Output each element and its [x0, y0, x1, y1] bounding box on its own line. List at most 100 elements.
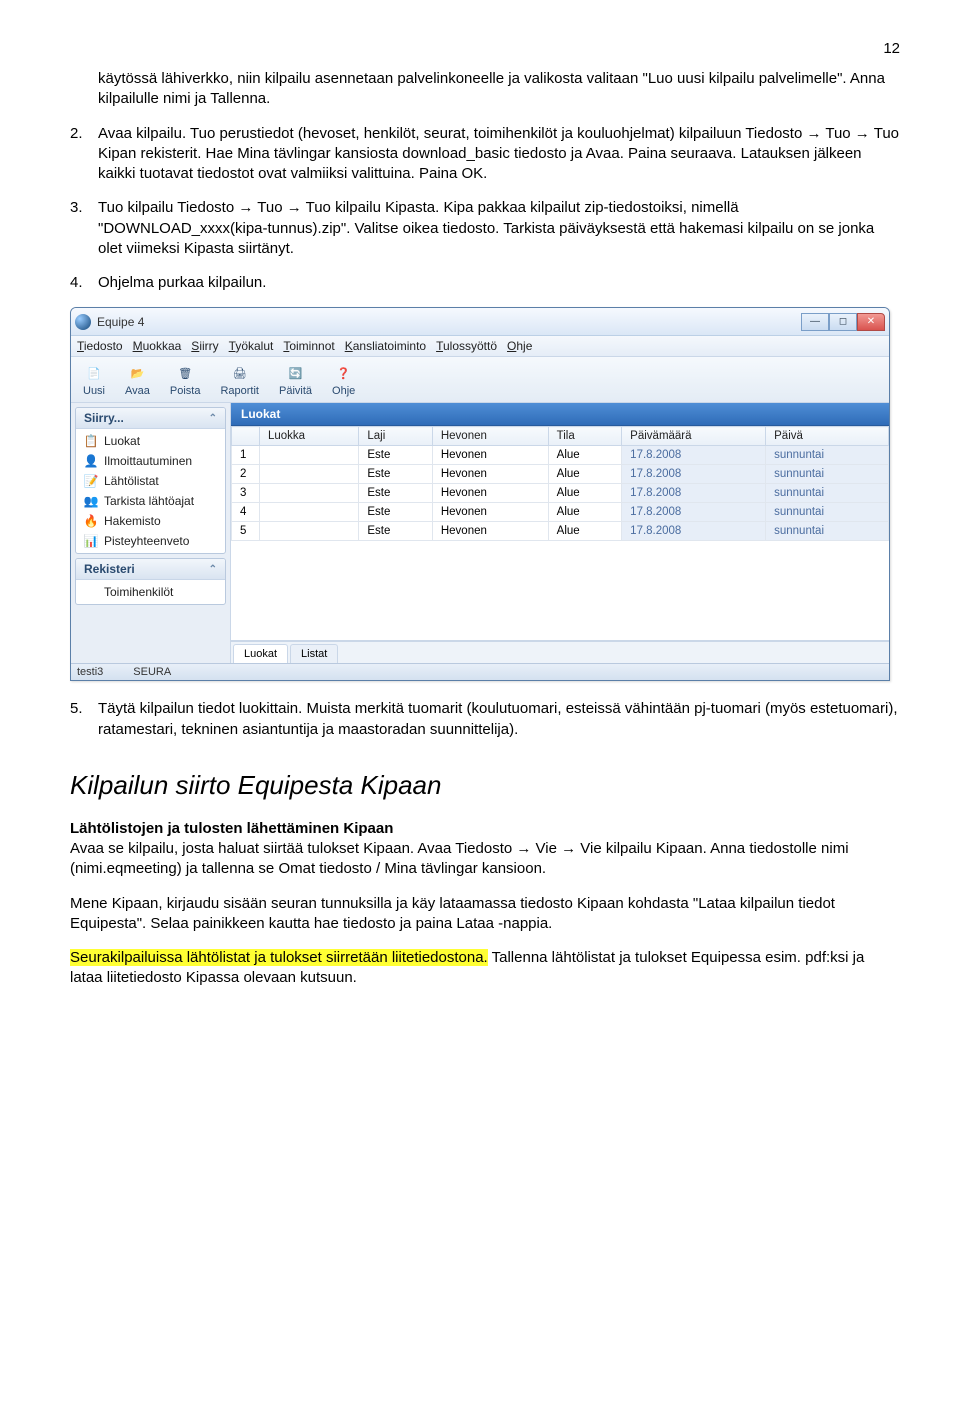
sidebar-item-label: Hakemisto [104, 514, 161, 528]
sidebar-item-icon: 🔥 [84, 514, 98, 528]
data-table: LuokkaLajiHevonenTilaPäivämääräPäivä 1Es… [231, 426, 889, 541]
toolbar-button-ohje[interactable]: ❓Ohje [324, 360, 363, 399]
sidebar-item-icon: 👤 [84, 454, 98, 468]
paragraph-5: Täytä kilpailun tiedot luokittain. Muist… [98, 699, 900, 740]
toolbar-button-avaa[interactable]: 📂Avaa [117, 360, 158, 399]
column-header[interactable]: Tila [548, 427, 622, 446]
table-cell: 17.8.2008 [622, 465, 766, 484]
table-cell: 17.8.2008 [622, 484, 766, 503]
poista-icon: 🗑 [174, 362, 196, 384]
table-cell: Alue [548, 522, 622, 541]
main-header: Luokat [231, 403, 889, 426]
table-cell [260, 503, 359, 522]
menu-item[interactable]: Tiedosto [77, 339, 123, 353]
column-header[interactable]: Laji [359, 427, 433, 446]
uusi-icon: 📄 [83, 362, 105, 384]
maximize-button[interactable]: ◻ [829, 313, 857, 331]
list-number-4: 4. [70, 273, 98, 293]
table-cell: Alue [548, 446, 622, 465]
table-row[interactable]: 5EsteHevonenAlue17.8.2008sunnuntai [232, 522, 889, 541]
column-header[interactable] [232, 427, 260, 446]
page-number: 12 [70, 40, 900, 57]
sidebar-item-label: Pisteyhteenveto [104, 534, 189, 548]
paragraph-highlight: Seurakilpailuissa lähtölistat ja tulokse… [70, 948, 900, 989]
close-button[interactable]: ✕ [857, 313, 885, 331]
collapse-icon[interactable]: ⌃ [209, 413, 217, 424]
table-row[interactable]: 3EsteHevonenAlue17.8.2008sunnuntai [232, 484, 889, 503]
table-cell: 3 [232, 484, 260, 503]
table-cell: Este [359, 503, 433, 522]
table-cell: sunnuntai [766, 465, 889, 484]
table-cell: 4 [232, 503, 260, 522]
menu-item[interactable]: Siirry [191, 339, 218, 353]
table-cell: Este [359, 446, 433, 465]
sidebar-item-label: Toimihenkilöt [104, 585, 173, 599]
list-number-5: 5. [70, 699, 98, 740]
sidebar-item[interactable]: Toimihenkilöt [76, 582, 225, 602]
avaa-icon: 📂 [126, 362, 148, 384]
menu-item[interactable]: Muokkaa [133, 339, 182, 353]
sidebar-item[interactable]: 👥Tarkista lähtöajat [76, 491, 225, 511]
table-cell: 17.8.2008 [622, 503, 766, 522]
table-row[interactable]: 4EsteHevonenAlue17.8.2008sunnuntai [232, 503, 889, 522]
sub-tab[interactable]: Listat [290, 644, 338, 663]
sidebar-item-icon [84, 585, 98, 599]
sidebar-item[interactable]: 📋 Luokat [76, 431, 225, 451]
sidebar-item-icon: 📋 [84, 434, 98, 448]
main-content: Luokat LuokkaLajiHevonenTilaPäivämääräPä… [231, 403, 889, 663]
menu-item[interactable]: Kansliatoiminto [345, 339, 426, 353]
subsection-text: Avaa se kilpailu, josta haluat siirtää t… [70, 840, 849, 877]
toolbar-button-päivitä[interactable]: 🔄Päivitä [271, 360, 320, 399]
table-cell: Hevonen [432, 484, 548, 503]
sidebar-item[interactable]: 🔥 Hakemisto [76, 511, 225, 531]
toolbar-button-raportit[interactable]: 🖨Raportit [212, 360, 267, 399]
column-header[interactable]: Luokka [260, 427, 359, 446]
table-cell: Hevonen [432, 522, 548, 541]
highlighted-text: Seurakilpailuissa lähtölistat ja tulokse… [70, 949, 488, 966]
sidebar: Siirry... ⌃ 📋Luokat👤Ilmoittautuminen📝Läh… [71, 403, 231, 663]
sidebar-item-label: Luokat [104, 434, 140, 448]
sidebar-panel-rekisteri: Rekisteri ⌃ Toimihenkilöt [75, 558, 226, 605]
list-number-3: 3. [70, 198, 98, 259]
list-number-2: 2. [70, 124, 98, 185]
column-header[interactable]: Päivä [766, 427, 889, 446]
päivitä-icon: 🔄 [285, 362, 307, 384]
table-cell: sunnuntai [766, 484, 889, 503]
menu-item[interactable]: Toiminnot [283, 339, 334, 353]
status-text: SEURA [133, 666, 171, 678]
toolbar-button-poista[interactable]: 🗑Poista [162, 360, 209, 399]
paragraph-3: Tuo kilpailu Tiedosto → Tuo → Tuo kilpai… [98, 198, 900, 259]
table-row[interactable]: 1EsteHevonenAlue17.8.2008sunnuntai [232, 446, 889, 465]
table-cell: 17.8.2008 [622, 522, 766, 541]
sidebar-panel-title: Rekisteri [84, 562, 135, 576]
column-header[interactable]: Hevonen [432, 427, 548, 446]
table-cell: 5 [232, 522, 260, 541]
window-title: Equipe 4 [97, 315, 801, 329]
menu-item[interactable]: Työkalut [229, 339, 274, 353]
paragraph-kipa-upload: Mene Kipaan, kirjaudu sisään seuran tunn… [70, 894, 900, 935]
menubar: Tiedosto Muokkaa Siirry Työkalut Toiminnot Ka… [71, 336, 889, 357]
sidebar-item-label: Lähtölistat [104, 474, 159, 488]
paragraph-2: Avaa kilpailu. Tuo perustiedot (hevoset,… [98, 124, 900, 185]
table-cell: Hevonen [432, 446, 548, 465]
sidebar-item[interactable]: 📝Lähtölistat [76, 471, 225, 491]
app-icon [75, 314, 91, 330]
titlebar: Equipe 4 — ◻ ✕ [71, 308, 889, 336]
sidebar-item-icon: 📊 [84, 534, 98, 548]
sidebar-item[interactable]: 👤 Ilmoittautuminen [76, 451, 225, 471]
menu-item[interactable]: Tulossyöttö [436, 339, 497, 353]
sidebar-item[interactable]: 📊 Pisteyhteenveto [76, 531, 225, 551]
column-header[interactable]: Päivämäärä [622, 427, 766, 446]
table-cell: sunnuntai [766, 503, 889, 522]
menu-item[interactable]: Ohje [507, 339, 532, 353]
table-cell: Hevonen [432, 465, 548, 484]
sidebar-item-icon: 👥 [84, 494, 98, 508]
minimize-button[interactable]: — [801, 313, 829, 331]
paragraph-1: käytössä lähiverkko, niin kilpailu asenn… [70, 69, 900, 110]
toolbar-button-uusi[interactable]: 📄Uusi [75, 360, 113, 399]
table-row[interactable]: 2EsteHevonenAlue17.8.2008sunnuntai [232, 465, 889, 484]
sidebar-item-label: Ilmoittautuminen [104, 454, 192, 468]
collapse-icon[interactable]: ⌃ [209, 564, 217, 575]
sub-tab[interactable]: Luokat [233, 644, 288, 663]
table-cell [260, 465, 359, 484]
